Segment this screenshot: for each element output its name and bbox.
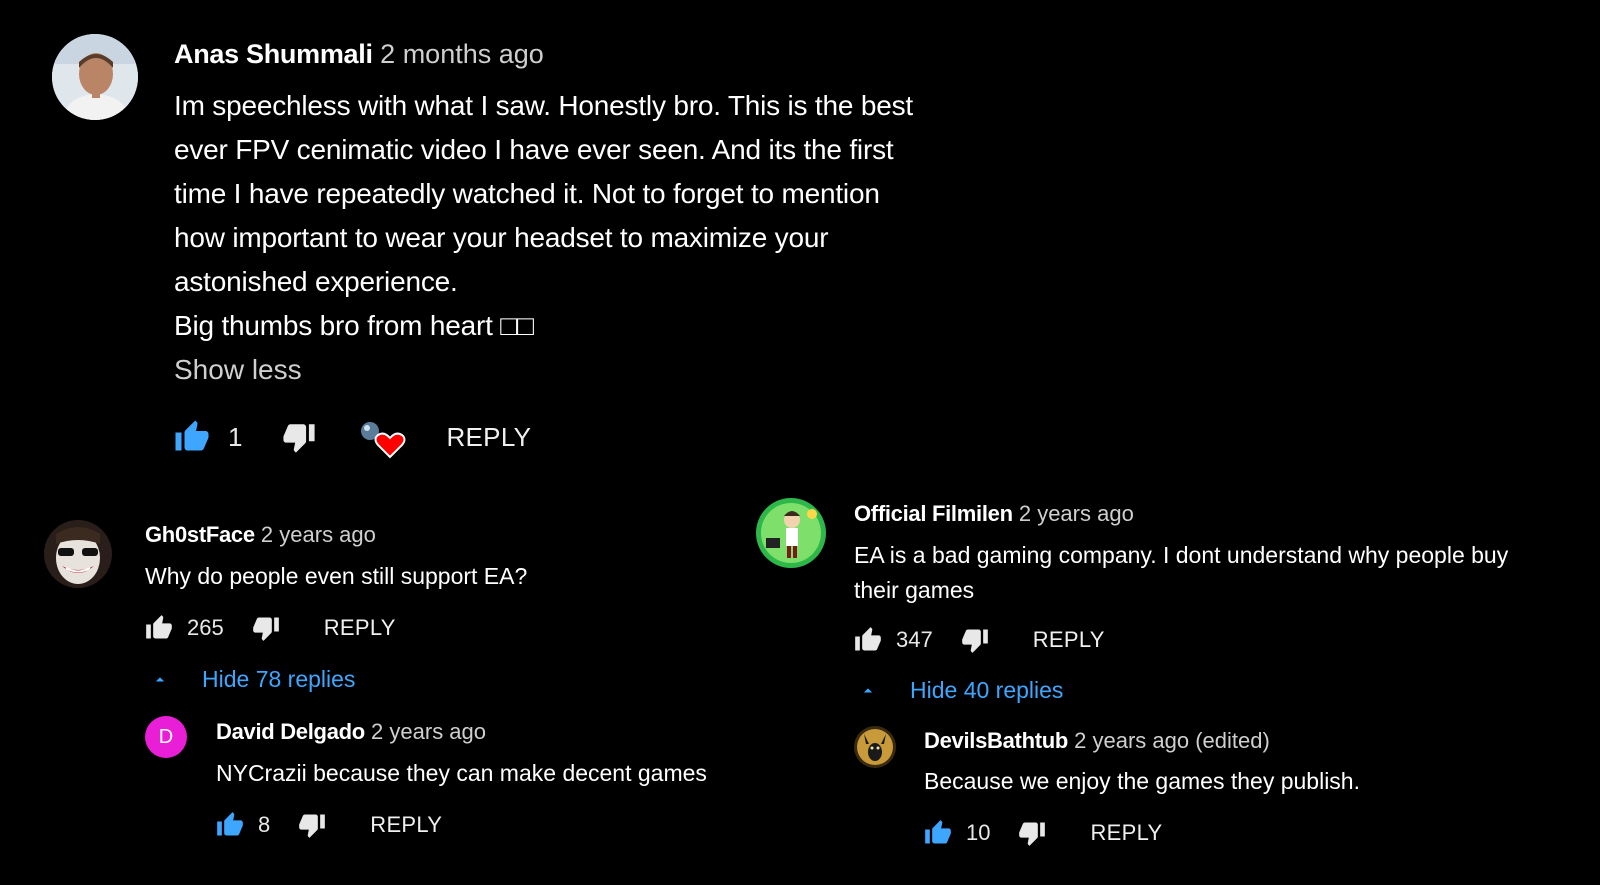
thumbs-up-filled-icon [175, 420, 209, 451]
comment-body: Why do people even still support EA? [145, 563, 528, 589]
like-count: 1 [228, 421, 243, 452]
hide-replies-label[interactable]: Hide 78 replies [202, 666, 355, 693]
comment-author[interactable]: DevilsBathtub [924, 728, 1068, 753]
comment-body: Because we enjoy the games they publish. [924, 768, 1360, 794]
comment-actions: 1 REPLY [174, 417, 531, 459]
show-less-button[interactable]: Show less [174, 352, 302, 388]
dislike-button[interactable] [1018, 819, 1046, 847]
comment-timestamp[interactable]: 2 years ago [261, 522, 376, 547]
comment-timestamp[interactable]: 2 years ago [371, 719, 486, 744]
comment-line: time I have repeatedly watched it. Not t… [174, 178, 880, 209]
like-button[interactable] [174, 419, 210, 455]
thumbs-down-icon [283, 424, 316, 453]
comment-timestamp[interactable]: 2 years ago [1019, 501, 1134, 526]
hide-replies-toggle[interactable]: Hide 40 replies [858, 675, 1063, 705]
comment-timestamp[interactable]: 2 years ago (edited) [1074, 728, 1270, 753]
heart-icon [361, 422, 406, 459]
dislike-button[interactable] [298, 811, 326, 839]
thumbs-up-filled-icon [925, 820, 951, 844]
comment-actions: 265 REPLY [145, 612, 396, 644]
user-photo-icon [52, 34, 138, 120]
like-count: 10 [966, 820, 991, 845]
hide-replies-label[interactable]: Hide 40 replies [910, 677, 1063, 704]
reply-button[interactable]: REPLY [1033, 627, 1105, 653]
avatar[interactable] [44, 520, 112, 588]
like-count: 265 [187, 615, 224, 640]
thumbs-up-filled-icon [217, 812, 243, 836]
dislike-button[interactable] [252, 614, 280, 642]
like-count: 347 [896, 627, 933, 652]
reply-button[interactable]: REPLY [370, 812, 442, 838]
thumbs-down-icon [299, 814, 326, 838]
like-button[interactable] [924, 819, 952, 847]
thumbs-up-icon [855, 627, 881, 651]
avatar[interactable] [52, 34, 138, 120]
comment-line: Big thumbs bro from heart □□ [174, 310, 534, 341]
thumbs-down-icon [252, 617, 279, 641]
creator-heart-badge [356, 417, 406, 459]
caret-up-icon [863, 688, 873, 693]
devil-avatar-icon [854, 726, 896, 768]
comment-author[interactable]: David Delgado [216, 719, 365, 744]
comment-line: EA is a bad gaming company. I dont under… [854, 542, 1509, 568]
like-button[interactable] [854, 626, 882, 654]
reply-button[interactable]: REPLY [324, 615, 396, 641]
avatar-letter: D [158, 725, 174, 748]
like-count: 8 [258, 812, 271, 837]
dislike-button[interactable] [961, 626, 989, 654]
dislike-button[interactable] [282, 420, 316, 454]
comment-body: EA is a bad gaming company. I dont under… [854, 538, 1508, 608]
comment-author[interactable]: Official Filmilen [854, 501, 1013, 526]
caret-up-icon [155, 677, 165, 682]
thumbs-down-icon [1019, 822, 1046, 846]
comment-line: Im speechless with what I saw. Honestly … [174, 90, 913, 121]
comment-line: astonished experience. [174, 266, 458, 297]
like-button[interactable] [216, 811, 244, 839]
avatar[interactable]: D [145, 716, 187, 758]
thumbs-up-icon [146, 615, 172, 639]
comment-body: NYCrazii because they can make decent ga… [216, 760, 707, 786]
comment-line: how important to wear your headset to ma… [174, 222, 829, 253]
comment-actions: 8 REPLY [216, 809, 442, 841]
like-button[interactable] [145, 614, 173, 642]
reply-button[interactable]: REPLY [446, 422, 531, 453]
reply-button[interactable]: REPLY [1090, 820, 1162, 846]
comment-author[interactable]: Gh0stFace [145, 522, 255, 547]
cartoon-avatar-icon [756, 498, 826, 568]
comment-line: ever FPV cenimatic video I have ever see… [174, 134, 894, 165]
joker-avatar-icon [44, 520, 112, 588]
comment-timestamp[interactable]: 2 months ago [380, 39, 544, 69]
comment-body: Im speechless with what I saw. Honestly … [174, 84, 913, 348]
thumbs-down-icon [961, 629, 988, 653]
comment-actions: 347 REPLY [854, 624, 1105, 656]
comment-actions: 10 REPLY [924, 817, 1163, 849]
comment-author[interactable]: Anas Shummali [174, 39, 373, 69]
comment-line: their games [854, 577, 975, 603]
avatar[interactable] [854, 726, 896, 768]
avatar[interactable] [756, 498, 826, 568]
hide-replies-toggle[interactable]: Hide 78 replies [150, 664, 355, 694]
